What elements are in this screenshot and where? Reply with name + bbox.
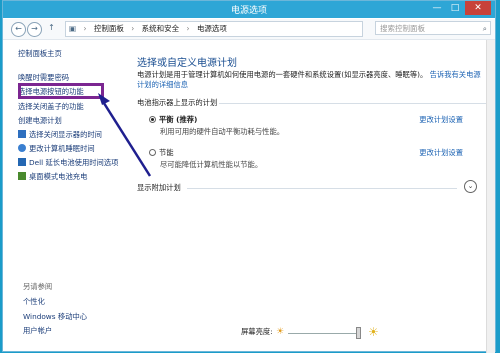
sun-dim-icon: ☀	[276, 327, 285, 337]
breadcrumb[interactable]: ▣ › 控制面板 › 系统和安全 › 电源选项	[65, 21, 363, 37]
sidebar-item-label: Dell 延长电池使用时间选项	[29, 158, 119, 167]
breadcrumb-item[interactable]: 电源选项	[197, 24, 227, 33]
minimize-button[interactable]: —	[429, 1, 445, 15]
sidebar-item-lid[interactable]: 选择关闭盖子的功能	[18, 102, 84, 112]
address-bar: ← → ↑ ▣ › 控制面板 › 系统和安全 › 电源选项 搜索控制面板 ⌕	[3, 19, 495, 40]
sidebar-item-label: 桌面模式电池充电	[29, 172, 88, 181]
forward-button[interactable]: →	[27, 22, 42, 37]
breadcrumb-item[interactable]: 控制面板	[94, 24, 124, 33]
dell-icon	[18, 158, 26, 166]
scrollbar[interactable]	[486, 40, 495, 353]
description: 电源计划是用于管理计算机如何使用电源的一套硬件和系统设置(如显示器亮度、睡眠等)…	[137, 70, 482, 90]
sidebar-item-label: 更改计算机睡眠时间	[29, 144, 95, 153]
change-plan-settings-link[interactable]: 更改计划设置	[419, 115, 463, 125]
see-also-title: 另请参阅	[23, 282, 53, 291]
sidebar-item-desktop-charge[interactable]: 桌面模式电池充电	[18, 172, 87, 182]
radio-balanced[interactable]	[149, 116, 156, 123]
brightness-label: 屏幕亮度:	[241, 327, 273, 336]
main-content: 选择或自定义电源计划 电源计划是用于管理计算机如何使用电源的一套硬件和系统设置(…	[137, 40, 495, 351]
show-additional-plans[interactable]: 显示附加计划	[137, 183, 181, 193]
section-divider	[187, 188, 457, 189]
sidebar-item-wake-password[interactable]: 唤醒时需要密码	[18, 73, 69, 83]
highlight-box	[18, 83, 104, 99]
maximize-button[interactable]: □	[447, 1, 463, 15]
breadcrumb-item[interactable]: 系统和安全	[142, 24, 180, 33]
plan-power-saver[interactable]: 节能 尽可能降低计算机性能以节能。	[149, 148, 262, 170]
plan-name: 节能	[159, 148, 174, 157]
page-title: 选择或自定义电源计划	[137, 58, 237, 69]
see-also-personalization[interactable]: 个性化	[23, 297, 45, 307]
expand-icon[interactable]: ⌄	[464, 180, 477, 193]
monitor-icon	[18, 130, 26, 138]
section-title: 电池指示器上显示的计划	[137, 98, 218, 107]
close-button[interactable]: ✕	[465, 1, 491, 15]
sidebar-item-create-plan[interactable]: 创建电源计划	[18, 116, 62, 126]
sidebar-item-display-off[interactable]: 选择关闭显示器的时间	[18, 130, 102, 140]
section-divider	[219, 103, 494, 104]
radio-power-saver[interactable]	[149, 149, 156, 156]
sidebar-item-dell-battery[interactable]: Dell 延长电池使用时间选项	[18, 158, 118, 168]
brightness-slider-track[interactable]	[288, 333, 358, 334]
plan-balanced[interactable]: 平衡 (推荐) 利用可用的硬件自动平衡功耗与性能。	[149, 115, 284, 137]
search-icon[interactable]: ⌕	[483, 22, 487, 36]
description-text: 电源计划是用于管理计算机如何使用电源的一套硬件和系统设置(如显示器亮度、睡眠等)…	[137, 70, 428, 79]
search-placeholder: 搜索控制面板	[380, 24, 425, 33]
battery-icon	[18, 172, 26, 180]
window: 电源选项 — □ ✕ ← → ↑ ▣ › 控制面板 › 系统和安全 › 电源选项…	[2, 0, 496, 353]
change-plan-settings-link[interactable]: 更改计划设置	[419, 148, 463, 158]
up-button[interactable]: ↑	[45, 22, 58, 35]
search-input[interactable]: 搜索控制面板 ⌕	[375, 21, 491, 35]
back-button[interactable]: ←	[11, 22, 26, 37]
sidebar-home-link[interactable]: 控制面板主页	[18, 49, 62, 59]
sun-bright-icon: ☀	[368, 325, 379, 339]
plan-description: 尽可能降低计算机性能以节能。	[160, 160, 263, 169]
plan-description: 利用可用的硬件自动平衡功耗与性能。	[160, 127, 285, 136]
see-also-user-accounts[interactable]: 用户帐户	[23, 326, 52, 336]
sidebar-item-label: 选择关闭显示器的时间	[29, 130, 102, 139]
control-panel-icon: ▣	[69, 24, 77, 33]
moon-icon	[18, 144, 26, 152]
brightness-slider-thumb[interactable]	[356, 327, 361, 339]
window-title: 电源选项	[230, 6, 267, 16]
plan-name: 平衡 (推荐)	[159, 115, 198, 124]
see-also-mobility-center[interactable]: Windows 移动中心	[23, 312, 87, 322]
sidebar-item-sleep[interactable]: 更改计算机睡眠时间	[18, 144, 95, 154]
title-bar: 电源选项 — □ ✕	[3, 1, 495, 18]
